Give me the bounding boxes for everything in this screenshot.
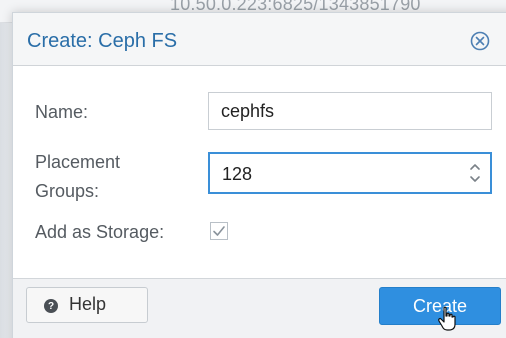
checkmark-icon <box>213 226 225 236</box>
name-field[interactable]: cephfs <box>208 92 492 130</box>
up-down-spinner-icon[interactable] <box>468 160 482 186</box>
name-label: Name: <box>35 102 89 122</box>
hand-cursor-icon <box>438 306 456 331</box>
placement-groups-value: 128 <box>222 164 253 184</box>
dialog-titlebar: Create: Ceph FS <box>13 13 506 66</box>
placement-groups-field[interactable]: 128 <box>208 152 492 194</box>
dialog-title: Create: Ceph FS <box>27 30 178 52</box>
dialog-form: Name: cephfs Placement Groups: 128 Add a… <box>13 66 506 278</box>
help-circle-icon: ? <box>44 299 58 313</box>
add-as-storage-label: Add as Storage: <box>35 222 165 242</box>
dialog-footer: ? Help Create <box>13 278 506 338</box>
background-left-edge <box>0 0 12 338</box>
help-button-label: Help <box>69 294 107 314</box>
placement-groups-label: Placement Groups: <box>35 152 121 201</box>
close-icon[interactable] <box>470 31 490 51</box>
svg-text:?: ? <box>48 301 54 312</box>
help-button[interactable]: ? Help <box>26 287 148 323</box>
add-as-storage-checkbox[interactable] <box>210 222 228 240</box>
create-cephfs-dialog: Create: Ceph FS Name: cephfs Placement G… <box>12 12 506 338</box>
